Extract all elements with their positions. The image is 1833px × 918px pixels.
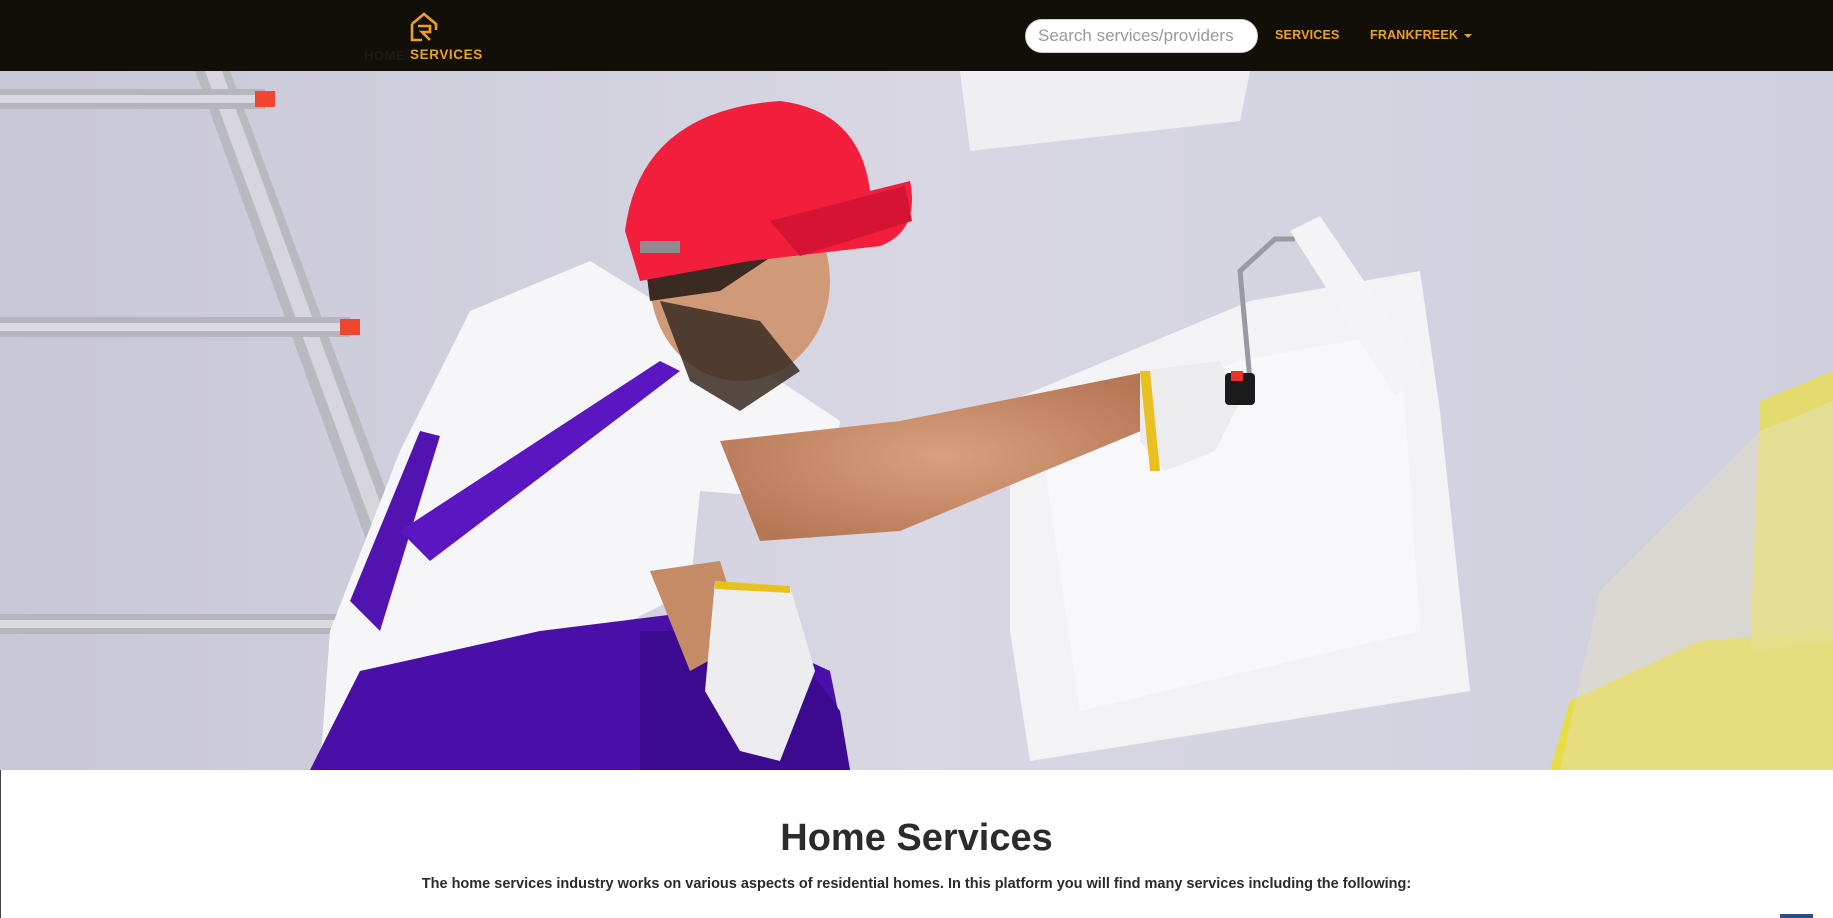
brand-link[interactable]: HOME SERVICES [364,10,484,65]
user-menu-label: FRANKFREEK [1370,28,1459,42]
intro-text: The home services industry works on vari… [421,876,1412,892]
hero-image [0,71,1833,770]
search-input[interactable] [1025,19,1258,53]
user-menu-dropdown[interactable]: FRANKFREEK [1370,28,1473,42]
left-border [0,770,1,918]
house-logo-icon [408,10,440,44]
brand-label: SERVICES [410,47,483,62]
scroll-to-top-button[interactable] [1780,914,1813,918]
top-navbar: HOME SERVICES SERVICES FRANKFREEK [0,0,1833,71]
caret-down-icon [1464,33,1473,38]
nav-services-link[interactable]: SERVICES [1275,28,1340,42]
brand-label-dim: HOME [364,48,405,63]
main-content: Home Services The home services industry… [0,770,1833,918]
page-title: Home Services [780,817,1053,859]
